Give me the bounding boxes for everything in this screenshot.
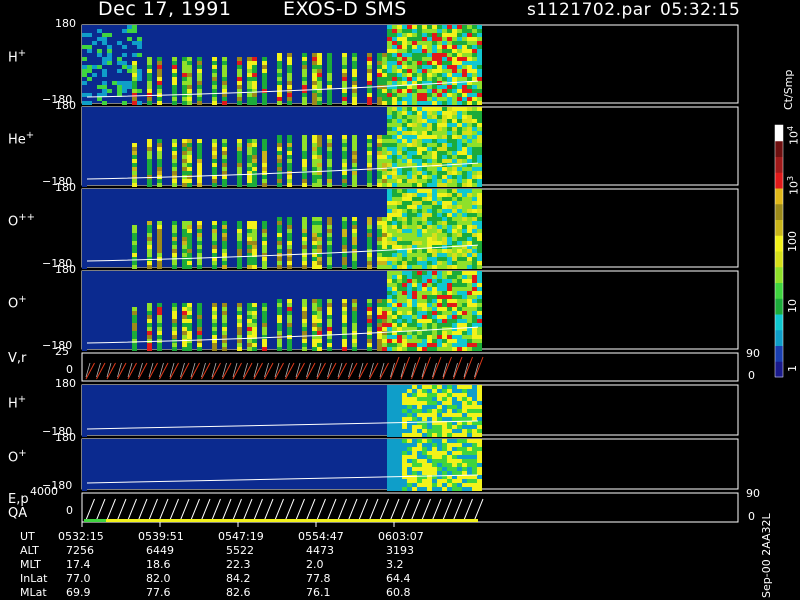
footer-cell: 77.8 [306,572,331,585]
colorbar-swatch [775,298,783,315]
footer-cell: 82.6 [226,586,251,599]
colorbar-label: 104 [786,125,800,145]
header-mission: EXOS-D SMS [283,0,407,20]
footer-row-name: MLT [20,558,41,571]
colorbar-swatch [775,156,783,173]
colorbar-label: 103 [786,175,800,195]
colorbar-swatch [775,188,783,205]
spectrogram-5 [82,385,482,437]
panel-label-7: E,p [8,491,29,507]
footer-cell: 6449 [146,544,174,557]
colorbar-swatch [775,172,783,189]
colorbar-label: 100 [786,231,799,252]
footer-cell: 0547:19 [218,530,264,543]
footer-row-name: UT [20,530,35,543]
plot-canvas [81,24,784,527]
footer-cell: 0603:07 [378,530,424,543]
footer-cell: 69.9 [66,586,91,599]
colorbar-swatch [775,219,783,236]
colorbar-label: 10 [786,299,799,313]
spectrogram-0 [82,25,482,105]
footer-cell: 0554:47 [298,530,344,543]
y-tick-top: 4000 [30,485,58,498]
footer-cell: 77.0 [66,572,91,585]
qa-bar-green [84,519,106,522]
panel-label-5: H+ [8,394,27,412]
colorbar-swatch [775,282,783,299]
colorbar-label: 1 [786,365,799,372]
footer-row-name: MLat [20,586,47,599]
colorbar-swatch [775,203,783,220]
panel-label-6: O+ [8,448,27,466]
colorbar-swatch [775,125,783,142]
footer-cell: 18.6 [146,558,171,571]
y-tick-top: 25 [55,345,69,358]
y-tick-top: 180 [55,99,76,112]
footer-row-name: InLat [20,572,48,585]
footer-cell: 84.2 [226,572,251,585]
colorbar-swatch [775,314,783,331]
footer-stamp: Sep-00 2AA32L [760,513,773,598]
footer-cell: 4473 [306,544,334,557]
footer-cell: 76.1 [306,586,331,599]
footer-cell: 60.8 [386,586,411,599]
panel-label-2: O++ [8,212,35,230]
y2-tick-bottom: 0 [748,369,755,382]
y-tick-top: 180 [55,181,76,194]
header-time: 05:32:15 [660,0,741,20]
colorbar-swatch [775,251,783,268]
colorbar-swatch [775,345,783,362]
footer-cell: 77.6 [146,586,171,599]
footer-cell: 2.0 [306,558,324,571]
panel-label-3: O+ [8,294,27,312]
y-tick-top: 180 [55,263,76,276]
footer-cell: 3193 [386,544,414,557]
footer-cell: 0532:15 [58,530,104,543]
spectrogram-6 [82,439,482,491]
footer-cell: 3.2 [386,558,404,571]
spectrogram-1 [82,107,482,187]
spectrogram-2 [82,189,482,269]
y-tick-top: 180 [55,377,76,390]
footer-cell: 22.3 [226,558,251,571]
y2-tick-top: 90 [746,347,760,360]
footer-cell: 64.4 [386,572,411,585]
qa-bar-yellow [106,519,478,522]
footer-cell: 7256 [66,544,94,557]
colorbar-swatch [775,361,783,378]
colorbar-title: Ct/Smp [782,69,795,110]
header-file: s1121702.par [527,0,652,20]
footer-cell: 0539:51 [138,530,184,543]
colorbar-swatch [775,266,783,283]
y2-tick-top: 90 [746,487,760,500]
colorbar-swatch [775,329,783,346]
colorbar-swatch [775,140,783,157]
spectrogram-3 [82,271,482,351]
y2-tick-bottom: 0 [748,510,755,523]
panel-label-4: V,r [8,351,27,366]
y-tick-top: 180 [55,17,76,30]
footer-cell: 5522 [226,544,254,557]
y-tick-bottom: 0 [66,504,73,517]
footer-row-name: ALT [20,544,39,557]
header-date: Dec 17, 1991 [98,0,232,20]
y-tick-bottom: 0 [66,363,73,376]
colorbar-swatch [775,235,783,252]
panel-label-0: H+ [8,48,27,66]
footer-cell: 17.4 [66,558,91,571]
panel-label-1: He+ [8,130,35,148]
footer-cell: 82.0 [146,572,171,585]
panel-label-qa: QA [8,505,28,521]
panel-frame-7 [81,492,739,523]
y-tick-top: 180 [55,431,76,444]
